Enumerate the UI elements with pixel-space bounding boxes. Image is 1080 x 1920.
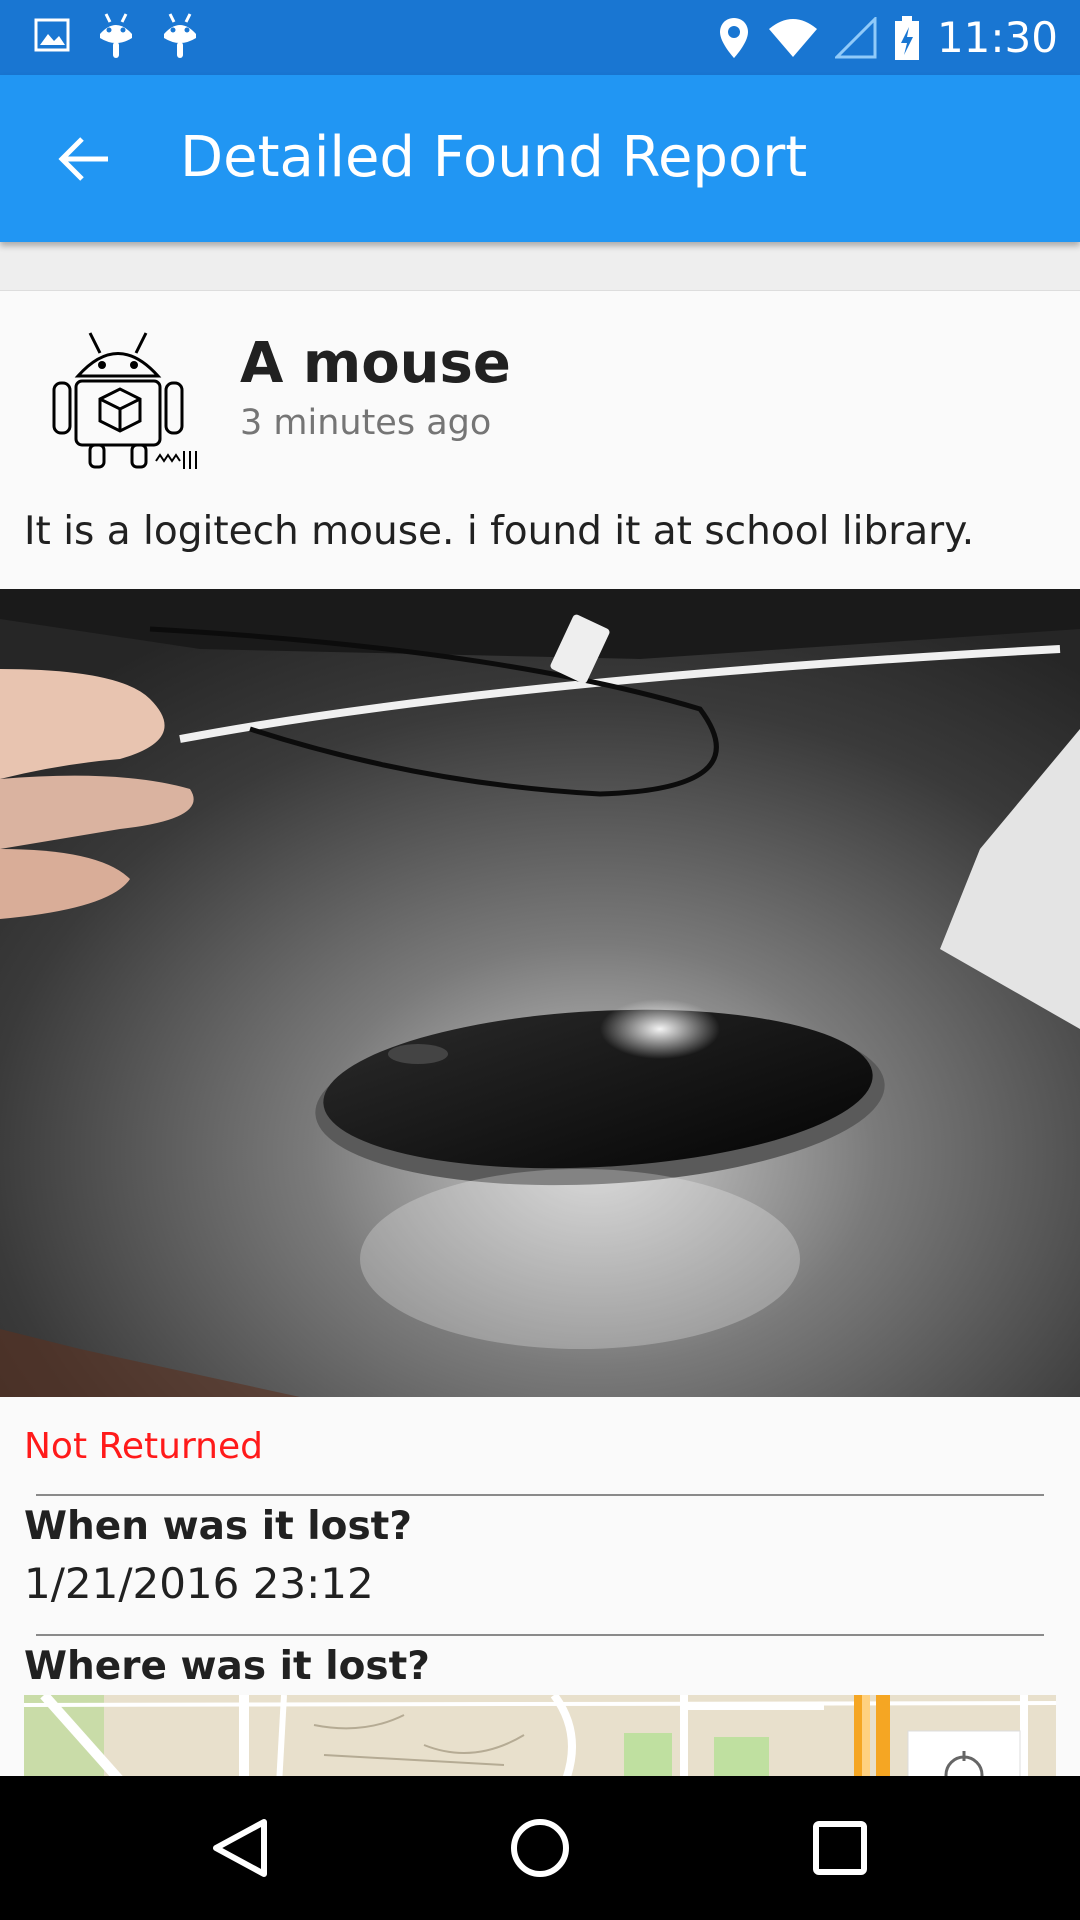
- navigation-bar: [0, 1776, 1080, 1920]
- divider: [36, 1634, 1044, 1636]
- divider: [36, 1494, 1044, 1496]
- avatar: [52, 332, 197, 469]
- item-description: It is a logitech mouse. i found it at sc…: [24, 509, 975, 554]
- clock: 11:30: [936, 13, 1058, 62]
- android-notification-icon: [100, 13, 132, 58]
- android-notification-icon: [164, 13, 196, 58]
- arrow-left-icon[interactable]: [52, 127, 116, 191]
- image-notification-icon: [34, 18, 70, 52]
- app-bar: Detailed Found Report: [0, 75, 1080, 242]
- recents-square-icon[interactable]: [800, 1808, 880, 1888]
- status-bar: 11:30: [0, 0, 1080, 75]
- location-icon: [719, 17, 748, 58]
- location-map[interactable]: [24, 1695, 1056, 1777]
- home-circle-icon[interactable]: [500, 1808, 580, 1888]
- system-icons: 11:30: [717, 10, 1058, 65]
- where-label: Where was it lost?: [24, 1644, 430, 1689]
- item-title: A mouse: [240, 331, 511, 396]
- notification-icons: [34, 12, 200, 60]
- posted-time: 3 minutes ago: [240, 403, 492, 443]
- wifi-icon: [768, 18, 817, 57]
- cell-signal-icon: [834, 16, 877, 58]
- battery-charging-icon: [894, 15, 919, 60]
- status-badge: Not Returned: [24, 1426, 263, 1467]
- page-title: Detailed Found Report: [180, 125, 808, 190]
- when-value: 1/21/2016 23:12: [24, 1559, 374, 1608]
- report-card: A mouse 3 minutes ago It is a logitech m…: [0, 290, 1080, 1777]
- when-label: When was it lost?: [24, 1504, 412, 1549]
- item-photo: [0, 589, 1080, 1397]
- back-triangle-icon[interactable]: [200, 1808, 280, 1888]
